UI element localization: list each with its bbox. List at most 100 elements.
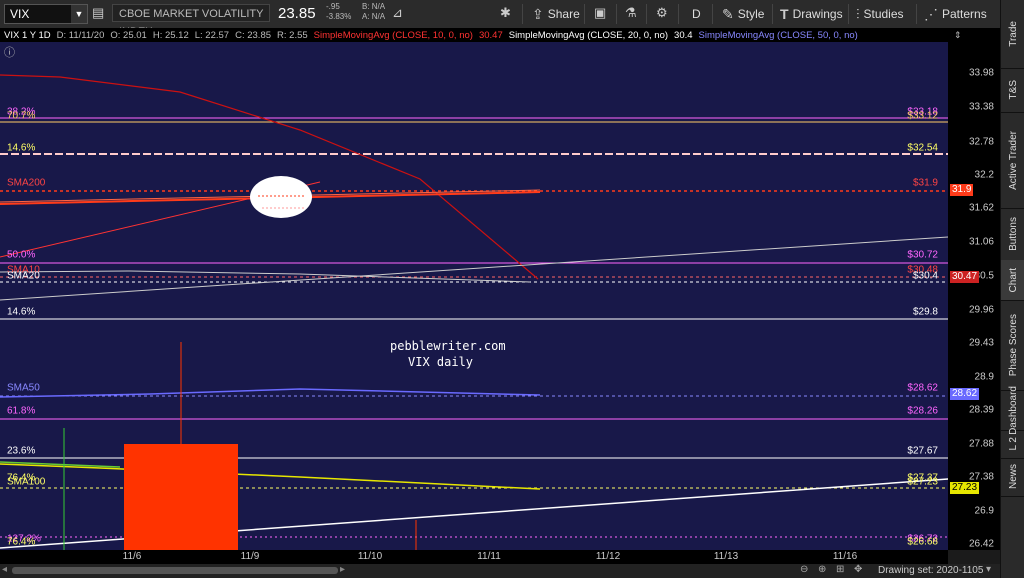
price-tick-label: 33.98 [968,67,994,79]
ohlc-range: R: 2.55 [277,29,308,41]
calendar-icon[interactable]: ▣ [594,5,606,21]
gear-icon[interactable]: ⚙ [656,5,668,21]
ohlc-low: L: 22.57 [194,29,230,41]
flask-icon[interactable]: ⚗ [625,5,637,21]
aggregation-button[interactable]: D [692,0,701,28]
watermark-site: pebblewriter.com [390,339,506,353]
price-axis[interactable]: ⇕ 33.98 33.38 32.78 32.2 31.62 31.06 30.5 29.96… [948,28,1000,550]
drawings-icon: T [780,6,789,22]
watermark-title: VIX daily [408,355,474,369]
level-label-right: $30.4 [912,270,938,282]
sma10-study-value: 30.47 [478,29,503,41]
level-label-right: $27.67 [907,445,938,457]
price-badge: 28.62 [950,388,980,400]
price-tick-label: 31.06 [968,236,994,248]
side-tab-buttons[interactable]: Buttons [1001,208,1024,261]
divider [646,4,647,24]
price-tick-label: 31.62 [968,202,994,214]
price-badge: 30.47 [950,271,980,283]
scroll-right-icon[interactable]: ▸ [340,564,345,575]
share-button[interactable]: ⇪ Share [532,0,580,28]
pin-icon[interactable]: ⊿ [392,5,403,21]
info-icon[interactable]: ⓘ [4,44,15,60]
side-tab-label: T&S [1007,80,1019,100]
side-tab-bar: Trade T&S Active Trader Buttons Chart Phase S… [1000,0,1024,578]
side-tab-news[interactable]: News [1001,458,1024,497]
level-label-left: 50.0% [7,249,36,261]
date-tick-label: 11/12 [595,551,621,562]
price-badge: 27.23 [950,482,980,494]
settings-gear-icon[interactable]: ✱ [500,5,511,21]
pan-icon[interactable]: ✥ [854,564,862,575]
sma20-study-value: 30.4 [674,29,693,41]
studies-button[interactable]: ⫶ Studies [856,0,904,28]
divider [584,4,585,24]
ohlc-date: D: 11/11/20 [56,29,105,41]
aggregation-label: D [692,7,701,21]
level-label-left: 70.7% [7,110,36,122]
fit-icon[interactable]: ⊞ [836,564,844,575]
price-chart-area[interactable]: ⓘ 38.2% 70.7% 14.6% SMA200 50.0% SMA10 SMA20 14… [0,42,948,550]
side-tab-l-2[interactable]: L 2 [1001,430,1024,459]
side-tab-trade[interactable]: Trade [1001,0,1024,69]
level-label-left: SMA200 [7,177,46,189]
scroll-thumb[interactable] [12,567,338,574]
sma10-curve [0,74,539,280]
price-tick-label: 28.39 [968,404,994,416]
watchlist-icon[interactable]: ▤ [92,5,104,21]
price-tick-label: 32.78 [968,136,994,148]
symbol-dropdown-icon[interactable]: ▼ [71,5,87,23]
share-icon: ⇪ [532,5,544,22]
axis-expand-icon[interactable]: ⇕ [954,30,962,41]
level-label-left: 14.6% [7,306,36,318]
price-tick-label: 26.42 [968,538,994,550]
side-tab-phase-scores[interactable]: Phase Scores [1001,300,1024,391]
level-label-right: $26.68 [907,536,938,548]
side-tab-label: Phase Scores [1007,313,1019,377]
candle-body [124,444,238,550]
level-label-left: SMA100 [7,476,46,488]
divider [522,4,523,24]
date-tick-label: 11/9 [240,551,260,562]
side-tab-label: Chart [1007,267,1019,293]
patterns-button[interactable]: ⋰ Patterns [924,0,987,28]
level-label-left: SMA50 [7,382,40,394]
drawing-set-label[interactable]: Drawing set: 2020-1105 [878,565,983,576]
side-tab-t-s[interactable]: T&S [1001,68,1024,113]
chart-canvas [0,74,948,550]
sma10-study-label[interactable]: SimpleMovingAvg (CLOSE, 10, 0, no) [314,30,473,41]
bid: B: N/A [362,2,386,11]
level-label-right: $27.23 [907,476,938,488]
side-tab-chart[interactable]: Chart [1001,260,1024,301]
chart-label[interactable]: VIX 1 Y 1D [4,30,51,41]
share-label: Share [547,7,580,21]
zoom-out-icon[interactable]: ⊖ [800,564,808,575]
divider [772,4,773,24]
symbol-selector[interactable]: VIX ▼ [4,4,88,24]
date-tick-label: 11/11 [477,551,501,562]
sma20-study-label[interactable]: SimpleMovingAvg (CLOSE, 20, 0, no) [509,30,668,41]
date-tick-label: 11/13 [713,551,739,562]
time-axis[interactable]: 11/6 11/9 11/10 11/11 11/12 11/13 11/16 [0,550,948,564]
symbol-input[interactable]: VIX [5,7,71,21]
patterns-label: Patterns [942,7,987,21]
side-tab-active-trader[interactable]: Active Trader [1001,112,1024,209]
style-button[interactable]: ✎ Style [722,0,764,28]
drawings-button[interactable]: T Drawings [780,0,843,28]
sma50-study-label[interactable]: SimpleMovingAvg (CLOSE, 50, 0, no) [699,30,858,41]
side-tab-label: L 2 [1007,437,1019,451]
studies-icon: ⫶ [856,5,860,22]
drawings-label: Drawings [792,7,843,21]
drawing-set-menu-icon[interactable]: ▾ [986,564,991,575]
price-tick-label: 27.38 [968,471,994,483]
scroll-left-icon[interactable]: ◂ [2,564,7,575]
side-tab-label: Dashboard [1007,385,1019,435]
side-tab-label: Active Trader [1007,130,1019,190]
side-tab-dashboard[interactable]: Dashboard [1001,386,1024,434]
chart-scrollbar[interactable]: ◂ ▸ ⊖ ⊕ ⊞ ✥ Drawing set: 2020-1105 ▾ [0,564,1000,578]
level-label-right: $33.12 [907,110,938,122]
level-label-right: $31.9 [912,177,938,189]
zoom-in-icon[interactable]: ⊕ [818,564,826,575]
divider [678,4,679,24]
trendline [0,236,948,301]
